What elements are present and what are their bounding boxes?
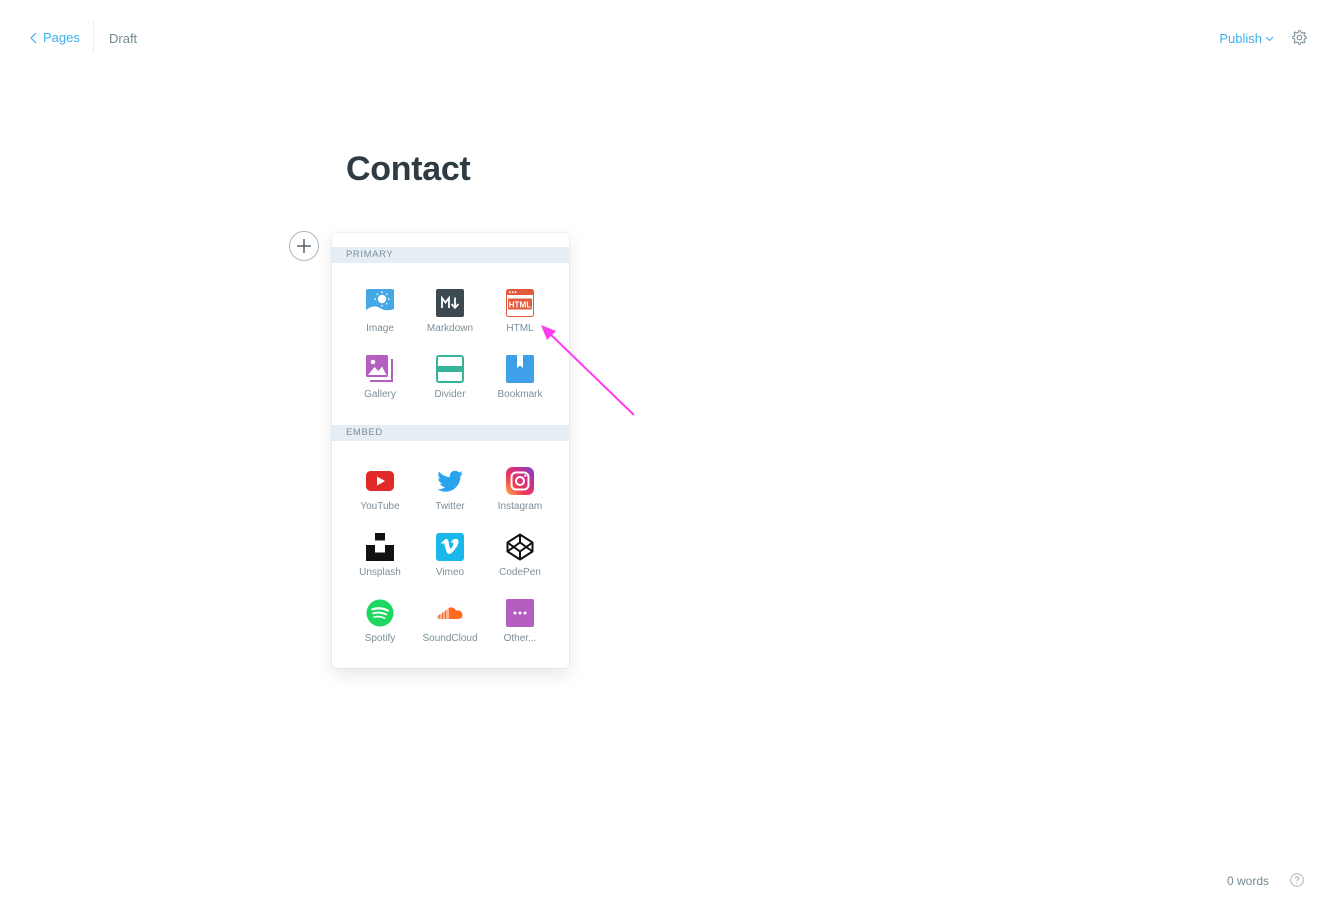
markdown-icon bbox=[436, 289, 464, 317]
spotify-icon bbox=[366, 599, 394, 627]
card-item-label: Instagram bbox=[497, 501, 543, 512]
youtube-icon bbox=[366, 471, 394, 491]
unsplash-icon bbox=[366, 533, 394, 561]
other-icon bbox=[506, 599, 534, 627]
card-item-label: Other... bbox=[503, 633, 537, 644]
settings-button[interactable] bbox=[1291, 29, 1308, 51]
post-title[interactable]: Contact bbox=[346, 150, 471, 189]
card-item-vimeo[interactable]: Vimeo bbox=[415, 533, 485, 593]
codepen-icon bbox=[506, 533, 534, 561]
card-item-codepen[interactable]: CodePen bbox=[485, 533, 555, 593]
card-item-image[interactable]: Image bbox=[345, 289, 415, 349]
divider-icon bbox=[436, 355, 464, 383]
card-item-markdown[interactable]: Markdown bbox=[415, 289, 485, 349]
plus-icon bbox=[297, 239, 311, 253]
publish-menu-button[interactable]: Publish bbox=[1219, 31, 1274, 46]
top-bar: Pages Draft Publish bbox=[0, 0, 1336, 76]
card-item-label: Markdown bbox=[426, 323, 474, 334]
card-item-label: Image bbox=[366, 323, 394, 334]
card-item-label: YouTube bbox=[360, 501, 400, 512]
soundcloud-icon bbox=[437, 607, 463, 619]
back-link-label: Pages bbox=[43, 30, 80, 45]
publish-label: Publish bbox=[1219, 31, 1262, 46]
card-menu: PRIMARY Image Markdown HTML HTML Gallery… bbox=[332, 233, 569, 668]
word-count: 0 words bbox=[1227, 874, 1270, 888]
card-item-gallery[interactable]: Gallery bbox=[345, 355, 415, 415]
card-item-divider[interactable]: Divider bbox=[415, 355, 485, 415]
instagram-icon bbox=[506, 467, 534, 495]
card-item-instagram[interactable]: Instagram bbox=[485, 467, 555, 527]
gear-icon bbox=[1292, 30, 1307, 45]
card-item-label: Unsplash bbox=[359, 567, 401, 578]
section-header-primary: PRIMARY bbox=[332, 247, 569, 263]
card-item-label: Divider bbox=[434, 389, 466, 400]
card-item-label: HTML bbox=[506, 323, 534, 334]
header-divider bbox=[93, 21, 94, 53]
card-item-label: Vimeo bbox=[435, 567, 465, 578]
card-item-label: Bookmark bbox=[497, 389, 543, 400]
help-button[interactable] bbox=[1290, 873, 1304, 887]
post-status: Draft bbox=[109, 31, 138, 46]
card-item-unsplash[interactable]: Unsplash bbox=[345, 533, 415, 593]
svg-text:HTML: HTML bbox=[509, 300, 532, 309]
card-item-label: Spotify bbox=[364, 633, 396, 644]
card-item-label: SoundCloud bbox=[422, 633, 478, 644]
chevron-down-icon bbox=[1265, 36, 1274, 41]
card-item-other[interactable]: Other... bbox=[485, 599, 555, 659]
twitter-icon bbox=[437, 470, 463, 492]
html-icon: HTML bbox=[506, 289, 534, 317]
card-item-label: CodePen bbox=[499, 567, 541, 578]
gallery-icon bbox=[366, 355, 393, 382]
card-item-html[interactable]: HTML HTML bbox=[485, 289, 555, 349]
image-icon bbox=[366, 289, 394, 317]
card-item-label: Gallery bbox=[364, 389, 396, 400]
add-card-button[interactable] bbox=[289, 231, 319, 261]
help-icon bbox=[1290, 873, 1304, 887]
card-item-spotify[interactable]: Spotify bbox=[345, 599, 415, 659]
section-header-embed: EMBED bbox=[332, 425, 569, 441]
card-item-label: Twitter bbox=[435, 501, 465, 512]
annotation-arrow bbox=[541, 325, 635, 416]
back-to-pages-link[interactable]: Pages bbox=[30, 30, 80, 45]
card-item-bookmark[interactable]: Bookmark bbox=[485, 355, 555, 415]
card-item-youtube[interactable]: YouTube bbox=[345, 467, 415, 527]
card-item-soundcloud[interactable]: SoundCloud bbox=[415, 599, 485, 659]
card-item-twitter[interactable]: Twitter bbox=[415, 467, 485, 527]
bookmark-icon bbox=[506, 355, 534, 383]
vimeo-icon bbox=[436, 533, 464, 561]
chevron-left-icon bbox=[30, 32, 37, 43]
